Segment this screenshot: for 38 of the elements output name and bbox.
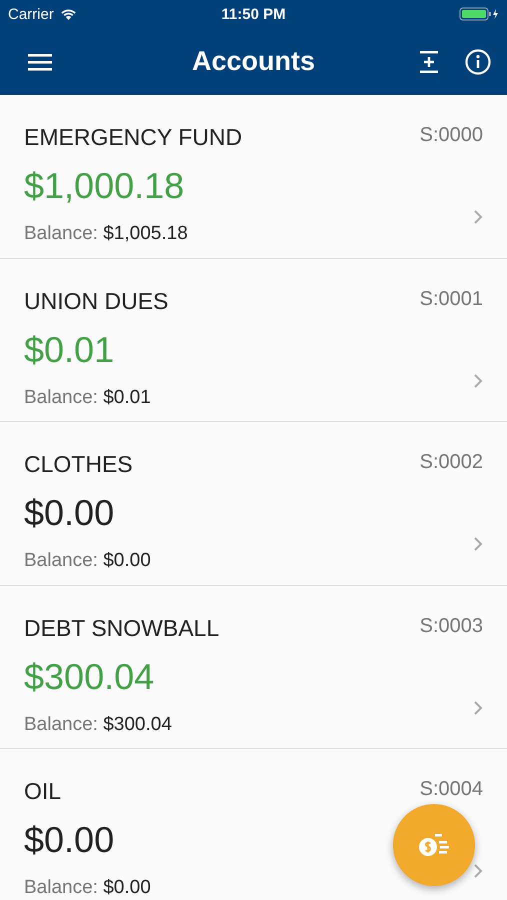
account-code: S:0000 [420,124,483,148]
coin-icon [418,832,450,858]
battery-icon [459,7,499,21]
account-amount: $1,000.18 [24,165,186,208]
account-name: CLOTHES [24,451,134,479]
chevron-icon [473,700,483,716]
account-amount: $0.01 [24,328,116,372]
wifi-icon [60,8,77,20]
account-code: S:0003 [420,614,483,638]
balance-text: Balance: $300.04 [24,714,173,737]
status-time: 11:50 PM [221,6,286,22]
balance-text: Balance: $1,005.18 [24,223,189,246]
balance-text: Balance: $0.00 [24,877,152,900]
account-name: OIL [24,778,62,806]
account-name: EMERGENCY FUND [24,124,244,152]
account-row[interactable]: CLOTHES S:0002 $0.00 Balance: $0.00 [0,422,507,586]
chevron-icon [473,372,483,388]
account-code: S:0004 [420,778,483,802]
account-row[interactable]: DEBT SNOWBALL S:0003 $300.04 Balance: $300.04 [0,586,507,749]
chevron-icon [473,863,483,879]
account-code: S:0002 [420,451,483,475]
chevron-icon [473,536,483,552]
carrier-label: Carrier [8,6,54,22]
chevron-icon [473,209,483,225]
page-title: Accounts [192,46,316,76]
account-row[interactable]: UNION DUES S:0001 $0.01 Balance: $0.01 [0,258,507,422]
account-row[interactable]: EMERGENCY FUND S:0000 $1,000.18 Balance: $1,005.18 [0,95,507,258]
account-amount: $0.00 [24,492,116,536]
account-amount: $0.00 [24,819,116,862]
menu-icon[interactable] [28,52,52,70]
account-amount: $300.04 [24,656,156,699]
info-icon[interactable] [465,48,491,74]
expand-icon[interactable] [419,50,439,72]
account-code: S:0001 [420,288,483,312]
account-name: UNION DUES [24,288,170,316]
account-name: DEBT SNOWBALL [24,614,220,642]
balance-text: Balance: $0.00 [24,550,152,574]
balance-text: Balance: $0.01 [24,386,152,410]
